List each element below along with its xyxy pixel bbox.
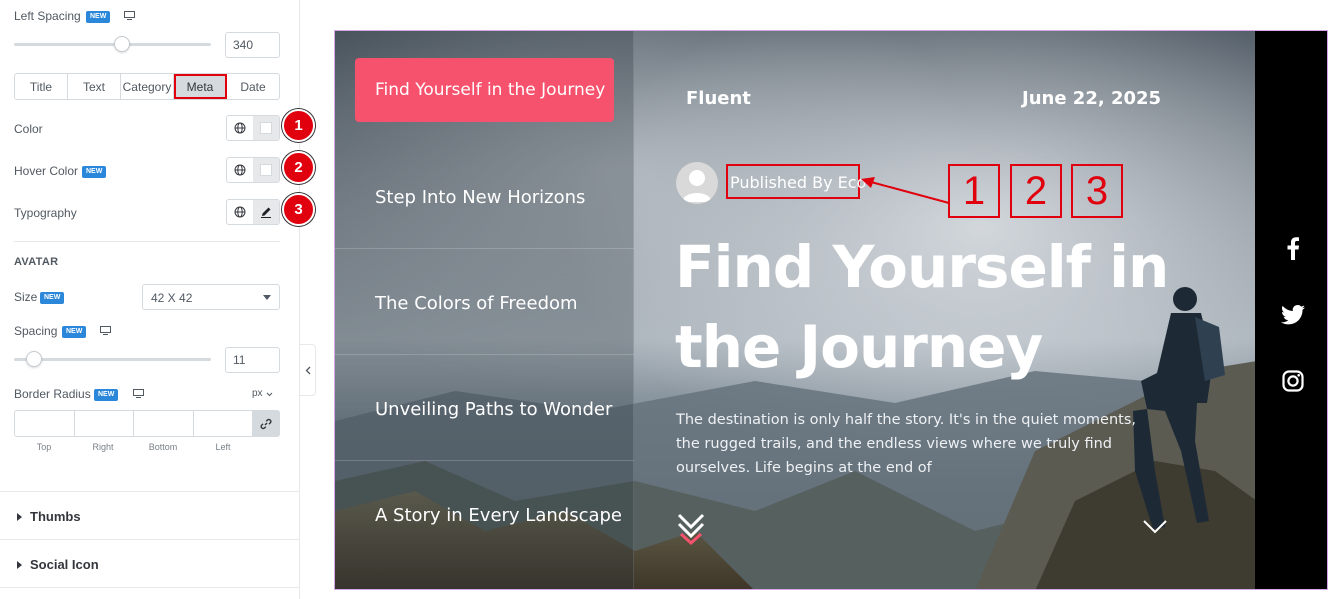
post-excerpt: The destination is only half the story. …: [676, 412, 1136, 476]
tab-text[interactable]: Text: [68, 74, 121, 99]
slider-preview: Find Yourself in the Journey Step Into N…: [334, 30, 1328, 590]
typography-control: [226, 199, 280, 225]
border-radius-top-input[interactable]: [14, 410, 74, 437]
nav-item[interactable]: The Colors of Freedom: [335, 249, 634, 355]
border-radius-inputs: [14, 410, 280, 437]
accordion-social-icon[interactable]: Social Icon: [0, 539, 300, 588]
typography-label: Typography: [14, 206, 77, 220]
dim-label-top: Top: [36, 442, 52, 452]
dim-label-bottom: Bottom: [148, 442, 178, 452]
post-date: June 22, 2025: [1022, 88, 1162, 109]
tab-date[interactable]: Date: [227, 74, 279, 99]
spacing-slider-handle[interactable]: [25, 351, 42, 367]
spacing-slider[interactable]: [14, 358, 211, 361]
new-badge: NEW: [40, 292, 65, 304]
nav-item[interactable]: Unveiling Paths to Wonder: [335, 355, 634, 461]
annotation-marker-2: 2: [282, 151, 315, 184]
desktop-icon[interactable]: [133, 389, 144, 398]
color-picker-button[interactable]: [253, 116, 279, 140]
style-tabs: Title Text Category Meta Date: [14, 73, 280, 100]
twitter-icon[interactable]: [1280, 302, 1306, 328]
panel-collapse-toggle[interactable]: [300, 344, 316, 396]
color-swatch: [260, 164, 272, 176]
hover-color-label: Hover Color: [14, 164, 79, 178]
annotation-number-1: 1: [948, 164, 1000, 218]
annotation-arrow: [861, 177, 950, 204]
accordion-thumbs-label: Thumbs: [30, 509, 81, 524]
size-label: Size: [14, 290, 38, 304]
left-spacing-slider[interactable]: [14, 43, 211, 46]
post-title[interactable]: Find Yourself in the Journey: [675, 227, 1195, 387]
caret-right-icon: [17, 513, 22, 521]
nav-item-active[interactable]: Find Yourself in the Journey: [355, 58, 614, 122]
border-radius-label: Border Radius: [14, 387, 91, 401]
left-spacing-label: Left Spacing: [14, 9, 81, 23]
new-badge: NEW: [82, 166, 107, 178]
spacing-label: Spacing: [14, 324, 58, 338]
border-radius-left-input[interactable]: [192, 410, 252, 437]
user-icon: [682, 170, 712, 202]
border-radius-right-input[interactable]: [73, 410, 133, 437]
new-badge: NEW: [62, 326, 87, 338]
post-author-meta[interactable]: Published By Eco: [726, 164, 866, 199]
hover-color-picker-button[interactable]: [253, 158, 279, 182]
avatar-size-select[interactable]: 42 X 42: [142, 284, 280, 310]
accordion-thumbs[interactable]: Thumbs: [0, 491, 300, 540]
nav-item[interactable]: Step Into New Horizons: [335, 143, 634, 249]
globe-icon[interactable]: [227, 200, 253, 224]
annotation-marker-3: 3: [282, 193, 315, 226]
tab-meta[interactable]: Meta: [174, 74, 227, 99]
globe-icon[interactable]: [227, 158, 253, 182]
annotation-number-3: 3: [1071, 164, 1123, 218]
pencil-icon[interactable]: [253, 200, 279, 224]
spacing-input[interactable]: 11: [225, 347, 280, 373]
border-radius-bottom-input[interactable]: [133, 410, 193, 437]
divider: [14, 241, 280, 242]
color-control: [226, 115, 280, 141]
link-values-button[interactable]: [252, 410, 280, 437]
category-label[interactable]: Fluent: [686, 88, 751, 109]
instagram-icon[interactable]: [1280, 368, 1306, 394]
globe-icon[interactable]: [227, 116, 253, 140]
chevron-left-icon: [305, 366, 310, 374]
facebook-icon[interactable]: [1280, 235, 1306, 261]
left-spacing-slider-handle[interactable]: [114, 36, 131, 52]
hover-color-control: [226, 157, 280, 183]
author-avatar: [676, 162, 718, 204]
accordion-social-icon-label: Social Icon: [30, 557, 99, 572]
left-spacing-input[interactable]: 340: [225, 32, 280, 58]
tab-title[interactable]: Title: [15, 74, 68, 99]
dim-label-left: Left: [215, 442, 231, 452]
color-swatch: [260, 122, 272, 134]
color-label: Color: [14, 122, 43, 136]
desktop-icon[interactable]: [100, 326, 111, 335]
new-badge: NEW: [86, 11, 111, 23]
tab-category[interactable]: Category: [121, 74, 174, 99]
chevron-down-icon[interactable]: [1143, 520, 1167, 534]
scroll-down-icon[interactable]: [676, 512, 706, 546]
chevron-down-icon[interactable]: [266, 392, 273, 397]
chevron-down-icon: [263, 295, 271, 300]
annotation-number-2: 2: [1010, 164, 1062, 218]
unit-selector[interactable]: px: [252, 388, 263, 399]
annotation-marker-1: 1: [282, 109, 315, 142]
divider: [0, 587, 300, 588]
avatar-size-value: 42 X 42: [151, 291, 193, 305]
dim-label-right: Right: [92, 442, 114, 452]
desktop-icon[interactable]: [124, 11, 135, 20]
new-badge: NEW: [94, 389, 119, 401]
avatar-section-title: AVATAR: [14, 256, 59, 268]
caret-right-icon: [17, 561, 22, 569]
nav-item[interactable]: A Story in Every Landscape: [335, 461, 634, 567]
editor-panel: Left Spacing NEW 340 Title Text Category…: [0, 0, 315, 599]
link-icon: [260, 418, 272, 429]
